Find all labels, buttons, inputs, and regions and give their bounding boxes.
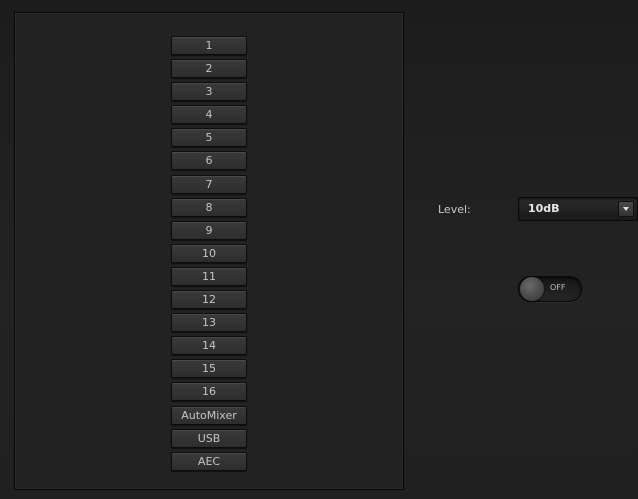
channel-button-aec[interactable]: AEC — [171, 451, 247, 471]
channel-button-4[interactable]: 4 — [171, 105, 247, 125]
channel-button-9[interactable]: 9 — [171, 220, 247, 240]
channel-button-1[interactable]: 1 — [171, 36, 247, 55]
level-dropdown-value: 10dB — [528, 202, 560, 215]
channel-button-7[interactable]: 7 — [171, 174, 247, 194]
channel-button-automixer[interactable]: AutoMixer — [171, 405, 247, 425]
power-toggle[interactable]: OFF — [518, 276, 582, 302]
channel-panel: 1 2 3 4 5 6 7 8 9 10 11 12 13 14 15 16 A… — [14, 12, 404, 490]
channel-button-16[interactable]: 16 — [171, 382, 247, 402]
channel-button-2[interactable]: 2 — [171, 59, 247, 79]
channel-button-13[interactable]: 13 — [171, 313, 247, 333]
app-window: 1 2 3 4 5 6 7 8 9 10 11 12 13 14 15 16 A… — [0, 0, 638, 499]
toggle-knob[interactable] — [520, 277, 544, 301]
channel-button-3[interactable]: 3 — [171, 82, 247, 102]
channel-button-11[interactable]: 11 — [171, 266, 247, 286]
level-dropdown[interactable]: 10dB — [518, 197, 638, 221]
channel-button-10[interactable]: 10 — [171, 243, 247, 263]
channel-button-usb[interactable]: USB — [171, 428, 247, 448]
channel-list: 1 2 3 4 5 6 7 8 9 10 11 12 13 14 15 16 A… — [171, 36, 247, 475]
channel-button-5[interactable]: 5 — [171, 128, 247, 148]
channel-button-14[interactable]: 14 — [171, 336, 247, 356]
channel-button-6[interactable]: 6 — [171, 151, 247, 171]
channel-button-12[interactable]: 12 — [171, 290, 247, 310]
channel-button-8[interactable]: 8 — [171, 197, 247, 217]
channel-button-15[interactable]: 15 — [171, 359, 247, 379]
level-label: Level: — [438, 203, 471, 216]
toggle-state-label: OFF — [550, 283, 566, 292]
chevron-down-icon[interactable] — [618, 201, 634, 217]
